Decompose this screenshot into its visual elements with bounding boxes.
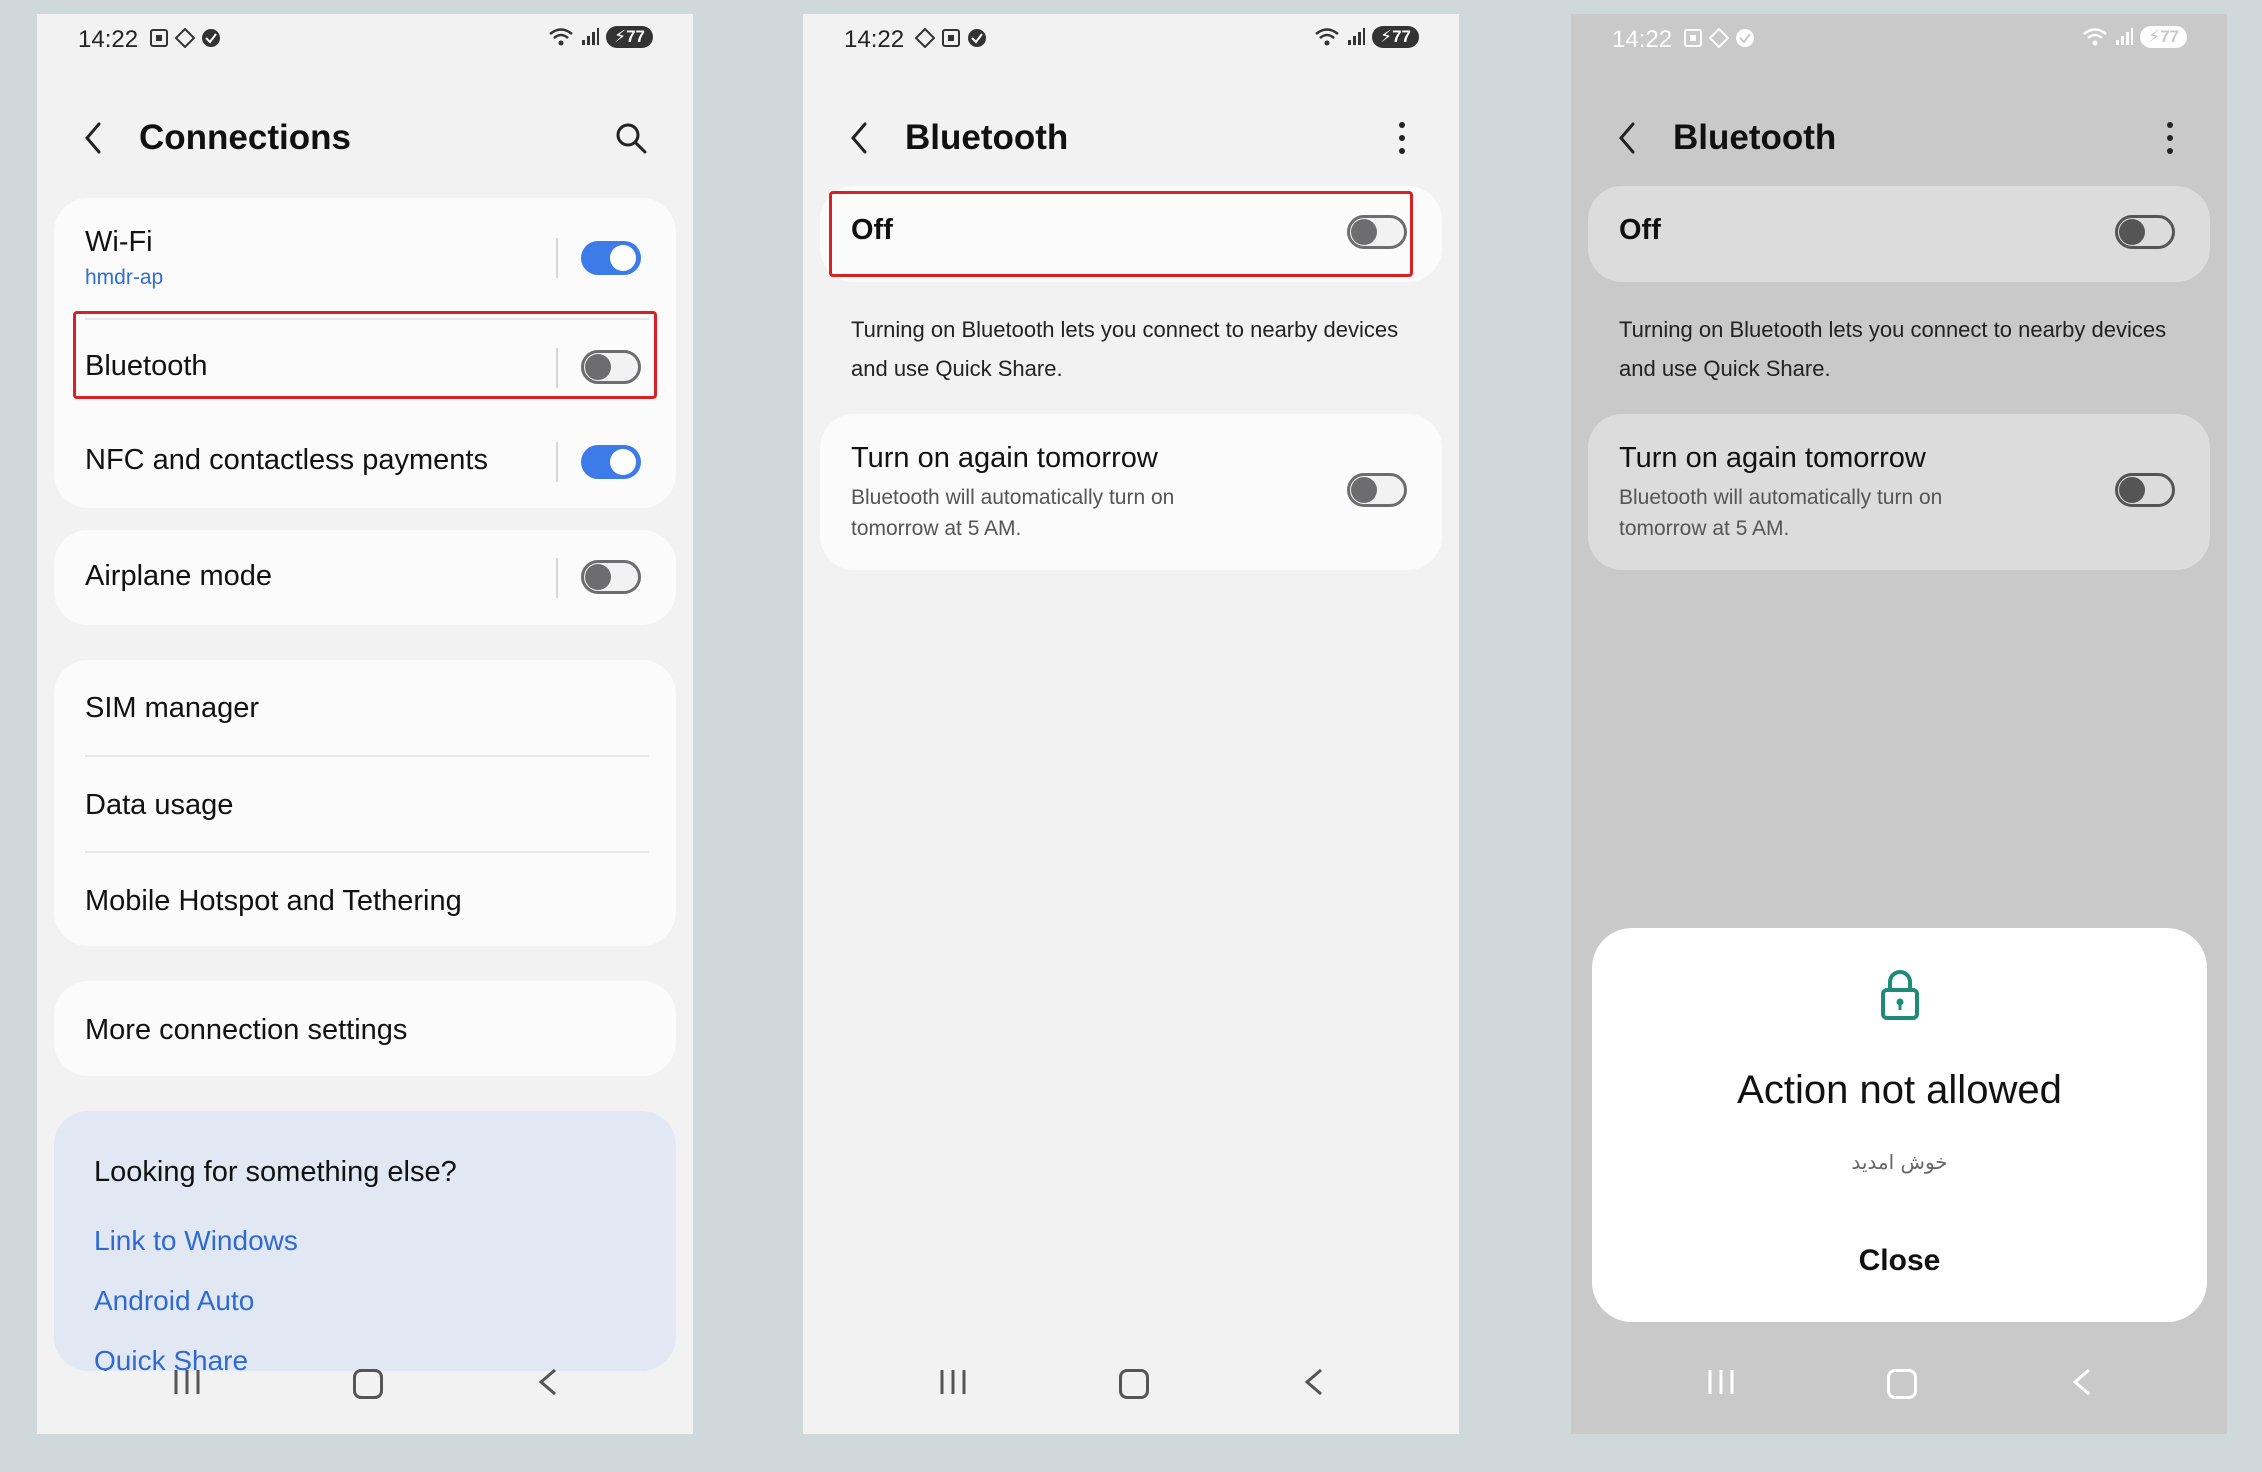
signal-icon <box>1348 28 1366 45</box>
signal-icon <box>582 28 600 45</box>
nav-back-icon[interactable] <box>1303 1368 1325 1396</box>
page-title: Bluetooth <box>905 118 1069 157</box>
connections-screen: 14:22 ⚡77 Connections Wi-Fi hmdr-ap Blue… <box>37 14 693 1434</box>
more-options-icon[interactable] <box>2165 120 2175 156</box>
airplane-toggle[interactable] <box>581 560 641 594</box>
bluetooth-info-text: Turning on Bluetooth lets you connect to… <box>1619 317 2167 381</box>
action-not-allowed-dialog: Action not allowed خوش امدید Close <box>1592 928 2207 1322</box>
status-bar: 14:22 ⚡77 <box>803 14 1459 64</box>
tomorrow-toggle[interactable] <box>1347 473 1407 507</box>
looking-title: Looking for something else? <box>94 1156 457 1188</box>
more-connection-settings-row[interactable]: More connection settings <box>54 981 676 1076</box>
tomorrow-subtitle-1: Bluetooth will automatically turn on <box>851 486 1175 509</box>
signal-icon <box>2116 28 2134 45</box>
home-icon[interactable] <box>353 1369 383 1399</box>
nfc-label: NFC and contactless payments <box>85 444 488 476</box>
back-arrow-icon[interactable] <box>847 118 871 158</box>
check-circle-icon <box>1736 29 1754 47</box>
data-usage-row[interactable]: Data usage <box>54 756 676 851</box>
close-button[interactable]: Close <box>1592 1244 2207 1278</box>
lock-icon <box>1880 970 1919 1020</box>
status-bar: 14:22 ⚡77 <box>37 14 693 64</box>
check-circle-icon <box>202 29 220 47</box>
looking-for-card: Looking for something else? Link to Wind… <box>54 1111 676 1371</box>
battery-indicator: ⚡77 <box>606 26 653 48</box>
wifi-icon <box>549 28 573 46</box>
airplane-label: Airplane mode <box>85 560 272 592</box>
wifi-network-name: hmdr-ap <box>85 266 164 289</box>
wifi-icon <box>2083 28 2107 46</box>
screenshot-icon <box>942 29 960 47</box>
bluetooth-highlight <box>73 311 657 399</box>
diamond-icon <box>1709 28 1729 48</box>
battery-indicator: ⚡77 <box>1372 26 1419 48</box>
bluetooth-blocked-screen: 14:22 ⚡77 Bluetooth Off Turning on Bluet… <box>1571 14 2227 1434</box>
back-arrow-icon[interactable] <box>81 118 105 158</box>
sim-card: SIM manager Data usage Mobile Hotspot an… <box>54 660 676 946</box>
recent-apps-icon[interactable] <box>938 1368 968 1396</box>
battery-indicator: ⚡77 <box>2140 26 2187 48</box>
bluetooth-master-card: Off <box>1588 186 2210 282</box>
wifi-row[interactable]: Wi-Fi hmdr-ap <box>54 198 676 320</box>
bluetooth-info-text: Turning on Bluetooth lets you connect to… <box>851 317 1399 381</box>
link-to-windows-link[interactable]: Link to Windows <box>94 1225 298 1257</box>
status-bar: 14:22 ⚡77 <box>1571 14 2227 64</box>
search-icon[interactable] <box>613 120 649 156</box>
nav-back-icon[interactable] <box>537 1368 559 1396</box>
bluetooth-master-toggle[interactable] <box>2115 215 2175 249</box>
back-arrow-icon[interactable] <box>1615 118 1639 158</box>
home-icon[interactable] <box>1119 1369 1149 1399</box>
nfc-row[interactable]: NFC and contactless payments <box>54 416 676 508</box>
turn-on-tomorrow-row[interactable]: Turn on again tomorrow Bluetooth will au… <box>820 414 1442 570</box>
airplane-row[interactable]: Airplane mode <box>54 530 676 625</box>
sim-manager-row[interactable]: SIM manager <box>54 660 676 755</box>
more-settings-card: More connection settings <box>54 981 676 1076</box>
home-icon[interactable] <box>1887 1369 1917 1399</box>
more-options-icon[interactable] <box>1397 120 1407 156</box>
page-title: Connections <box>139 118 351 157</box>
status-time: 14:22 <box>78 26 139 53</box>
recent-apps-icon[interactable] <box>1706 1368 1736 1396</box>
nav-bar <box>1571 1344 2227 1434</box>
recent-apps-icon[interactable] <box>172 1368 202 1396</box>
nav-back-icon[interactable] <box>2071 1368 2093 1396</box>
nfc-toggle[interactable] <box>581 445 641 479</box>
wifi-label: Wi-Fi <box>85 226 153 258</box>
tomorrow-toggle[interactable] <box>2115 473 2175 507</box>
bluetooth-master-row[interactable]: Off <box>1588 186 2210 282</box>
screenshot-icon <box>150 29 168 47</box>
wifi-toggle[interactable] <box>581 241 641 275</box>
screenshot-icon <box>1684 29 1702 47</box>
page-title: Bluetooth <box>1673 118 1837 157</box>
tomorrow-card: Turn on again tomorrow Bluetooth will au… <box>820 414 1442 570</box>
dialog-message: خوش امدید <box>1851 1150 1948 1174</box>
bluetooth-screen: 14:22 ⚡77 Bluetooth Off Turning on Bluet… <box>803 14 1459 1434</box>
hotspot-row[interactable]: Mobile Hotspot and Tethering <box>54 852 676 946</box>
wifi-icon <box>1315 28 1339 46</box>
check-circle-icon <box>968 29 986 47</box>
tomorrow-title: Turn on again tomorrow <box>851 442 1158 474</box>
diamond-icon <box>915 28 935 48</box>
tomorrow-subtitle-2: tomorrow at 5 AM. <box>851 517 1022 540</box>
tomorrow-card: Turn on again tomorrow Bluetooth will au… <box>1588 414 2210 570</box>
android-auto-link[interactable]: Android Auto <box>94 1285 254 1317</box>
airplane-card: Airplane mode <box>54 530 676 625</box>
off-highlight <box>829 191 1413 277</box>
turn-on-tomorrow-row[interactable]: Turn on again tomorrow Bluetooth will au… <box>1588 414 2210 570</box>
diamond-icon <box>175 28 195 48</box>
nav-bar <box>37 1344 693 1434</box>
dialog-title: Action not allowed <box>1737 1068 2062 1112</box>
nav-bar <box>803 1344 1459 1434</box>
